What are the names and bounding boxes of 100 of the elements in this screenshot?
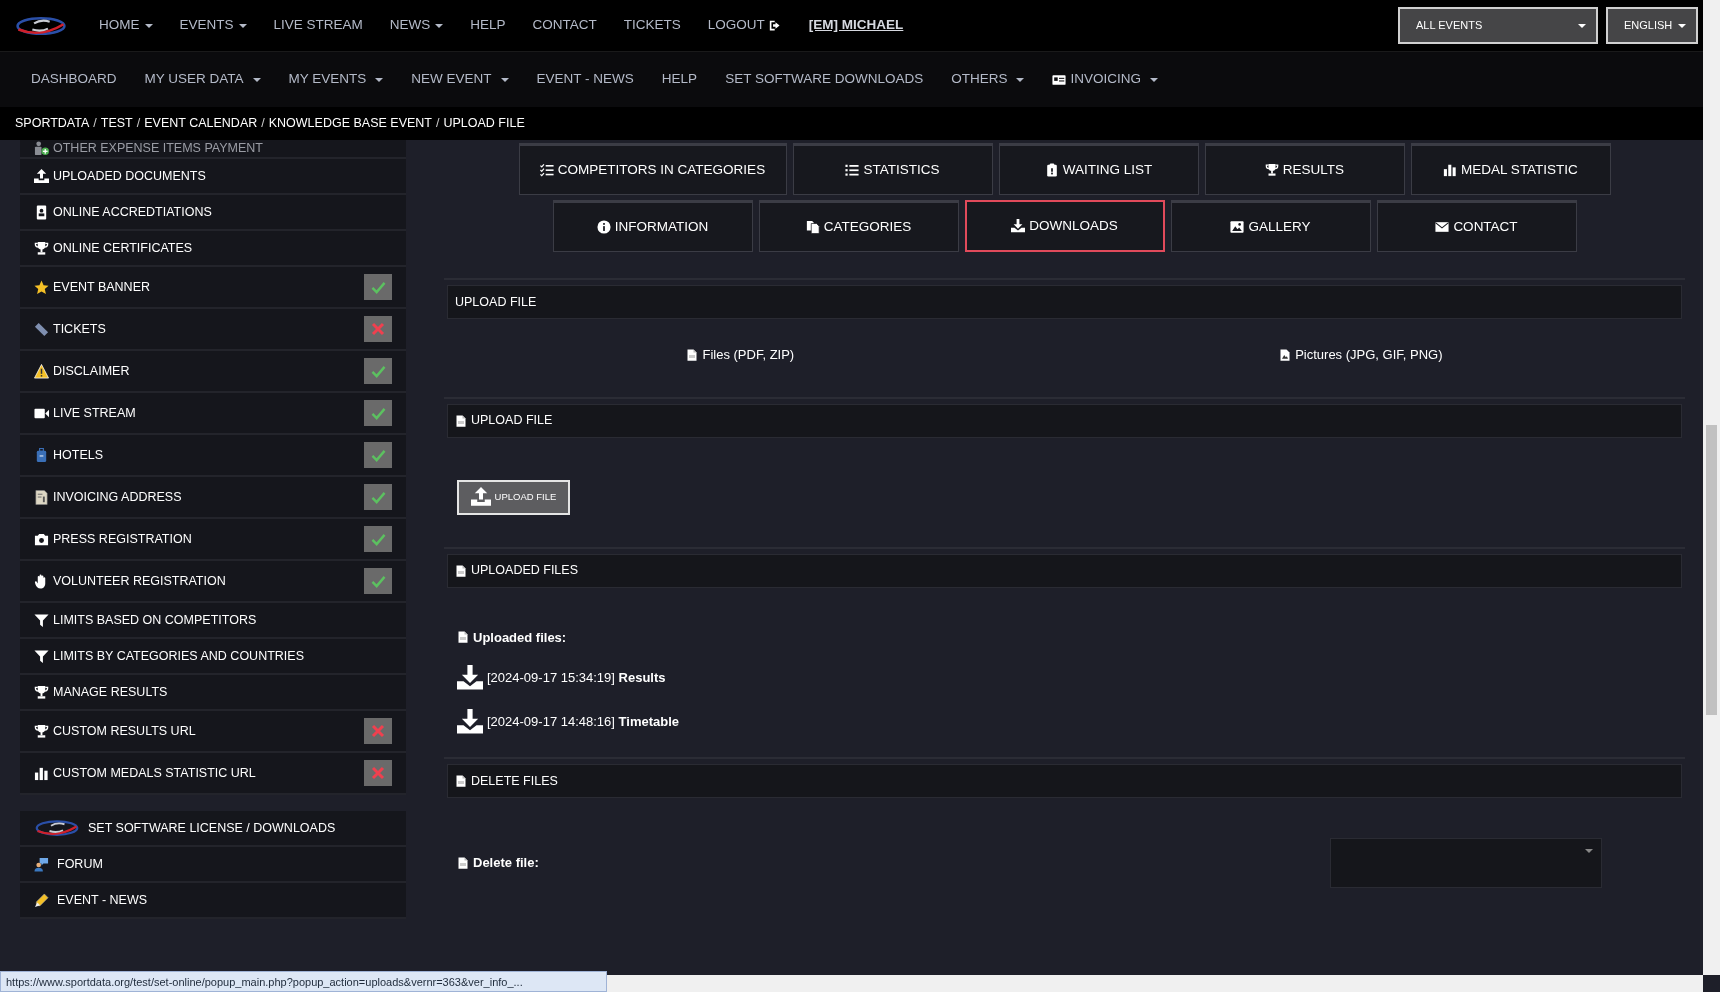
clipboard-icon	[1044, 163, 1059, 177]
event-select[interactable]: ALL EVENTS	[1398, 7, 1598, 44]
nav-link[interactable]: CONTACT	[532, 15, 597, 36]
pdf-file-icon	[457, 631, 469, 644]
breadcrumb-separator: /	[93, 115, 97, 133]
section-header: UPLOAD FILE	[447, 403, 1682, 438]
sidebar-item[interactable]: CUSTOM MEDALS STATISTIC URL	[20, 753, 406, 795]
funnel-icon	[34, 612, 49, 628]
sidebar-item[interactable]: OTHER EXPENSE ITEMS PAYMENT	[20, 140, 406, 159]
upload-file-button[interactable]: UPLOAD FILE	[457, 479, 570, 515]
sidebar-item[interactable]: LIVE STREAM	[20, 393, 406, 435]
pdf-file-icon	[457, 857, 469, 869]
tab[interactable]: RESULTS	[1204, 143, 1405, 195]
image-icon	[1230, 220, 1245, 234]
sidebar-item[interactable]: ONLINE CERTIFICATES	[20, 231, 406, 267]
tab[interactable]: INFORMATION	[552, 200, 753, 252]
sidebar-item[interactable]: DISCLAIMER	[20, 351, 406, 393]
logo-swoosh-icon[interactable]	[15, 14, 67, 37]
funnel-icon	[34, 648, 49, 664]
bar-chart-icon	[34, 765, 49, 781]
tab[interactable]: MEDAL STATISTIC	[1410, 143, 1611, 195]
pdf-file-icon	[686, 348, 699, 361]
breadcrumb-link[interactable]: EVENT CALENDAR	[144, 114, 258, 133]
sidebar-item[interactable]: INVOICING ADDRESS	[20, 477, 406, 519]
tab[interactable]: CATEGORIES	[758, 200, 959, 252]
nav-link[interactable]: INVOICING	[1052, 69, 1158, 90]
envelope-icon	[1435, 220, 1450, 234]
nav-link[interactable]: HELP	[661, 69, 698, 90]
trophy-icon	[34, 723, 49, 739]
user-name-link[interactable]: [EM] MICHAEL	[808, 15, 904, 36]
section-header: DELETE FILES	[447, 764, 1682, 798]
tab[interactable]: DOWNLOADS	[964, 200, 1165, 252]
sidebar-item[interactable]: MANAGE RESULTS	[20, 675, 406, 711]
upload-icon	[34, 168, 49, 184]
sidebar-item[interactable]: VOLUNTEER REGISTRATION	[20, 561, 406, 603]
breadcrumb-separator: /	[435, 115, 440, 133]
nav-link[interactable]: LOGOUT	[707, 15, 782, 36]
checklist-icon	[539, 163, 554, 177]
breadcrumb-separator: /	[261, 115, 265, 133]
file-type-link[interactable]: Pictures (JPG, GIF, PNG)	[1279, 345, 1443, 365]
tab[interactable]: COMPETITORS IN CATEGORIES	[518, 143, 787, 195]
nav-link[interactable]: HELP	[470, 15, 506, 36]
nav-link[interactable]: NEWS	[389, 15, 444, 36]
nav-link[interactable]: MY USER DATA	[144, 69, 261, 90]
sidebar-item[interactable]: ONLINE ACCREDTIATIONS	[20, 195, 406, 231]
tab[interactable]: STATISTICS	[792, 143, 993, 195]
sidebar-item[interactable]: FORUM	[20, 847, 406, 883]
sidebar-item[interactable]: SET SOFTWARE LICENSE / DOWNLOADS	[20, 811, 406, 847]
trophy-icon	[1264, 163, 1279, 177]
language-select[interactable]: ENGLISH	[1606, 7, 1698, 44]
sidebar-item[interactable]: TICKETS	[20, 309, 406, 351]
nav-link[interactable]: DASHBOARD	[31, 69, 117, 90]
pdf-file-icon	[455, 414, 467, 427]
breadcrumb-separator: /	[136, 115, 141, 133]
vertical-scrollbar[interactable]	[1703, 0, 1720, 975]
sidebar-item[interactable]: PRESS REGISTRATION	[20, 519, 406, 561]
sidebar-item[interactable]: EVENT - NEWS	[20, 883, 406, 919]
nav-link[interactable]: HOME	[99, 15, 153, 36]
documents-icon	[805, 220, 820, 234]
breadcrumb-link[interactable]: TEST	[100, 114, 133, 133]
field-label: Delete file:	[473, 854, 539, 873]
nav-link[interactable]: SET SOFTWARE DOWNLOADS	[725, 69, 924, 90]
bar-chart-icon	[1443, 163, 1458, 177]
nav-link[interactable]: EVENT - NEWS	[536, 69, 634, 90]
file-type-link[interactable]: Files (PDF, ZIP)	[686, 345, 795, 365]
tab[interactable]: GALLERY	[1170, 200, 1371, 252]
sidebar-item[interactable]: LIMITS BASED ON COMPETITORS	[20, 603, 406, 639]
nav-link[interactable]: LIVE STREAM	[273, 15, 363, 36]
file-link[interactable]: [2024-09-17 14:48:16] Timetable	[487, 712, 679, 732]
download-icon[interactable]	[457, 709, 483, 735]
sidebar-item[interactable]: HOTELS	[20, 435, 406, 477]
tab[interactable]: CONTACT	[1376, 200, 1577, 252]
tab[interactable]: WAITING LIST	[998, 143, 1199, 195]
download-icon[interactable]	[457, 665, 483, 691]
breadcrumb-link[interactable]: KNOWLEDGE BASE EVENT	[268, 114, 432, 133]
nav-link[interactable]: MY EVENTS	[288, 69, 384, 90]
list-icon	[845, 163, 860, 177]
nav-link[interactable]: TICKETS	[623, 15, 681, 36]
trophy-icon	[34, 684, 49, 700]
sidebar-item[interactable]: CUSTOM RESULTS URL	[20, 711, 406, 753]
field-label: Uploaded files:	[473, 628, 567, 647]
nav-link[interactable]: NEW EVENT	[411, 69, 509, 90]
logout-icon	[768, 19, 782, 32]
coins-icon	[34, 141, 49, 156]
invoice-icon	[34, 489, 49, 505]
pdf-file-icon	[455, 564, 467, 577]
file-link[interactable]: [2024-09-17 15:34:19] Results	[487, 668, 666, 688]
info-icon	[596, 220, 611, 234]
nav-link[interactable]: EVENTS	[179, 15, 247, 36]
trophy-icon	[34, 240, 49, 256]
warning-icon	[34, 363, 49, 379]
sidebar-item[interactable]: UPLOADED DOCUMENTS	[20, 159, 406, 195]
current-page-label: UPLOAD FILE	[443, 115, 525, 133]
nav-link[interactable]: OTHERS	[951, 69, 1025, 90]
sidebar-item[interactable]: LIMITS BY CATEGORIES AND COUNTRIES	[20, 639, 406, 675]
section-header: UPLOADED FILES	[447, 553, 1682, 588]
sidebar-item[interactable]: EVENT BANNER	[20, 267, 406, 309]
breadcrumb-link[interactable]: SPORTDATA	[15, 114, 90, 133]
suitcase-icon	[34, 447, 49, 463]
horizontal-scrollbar[interactable]	[607, 975, 1703, 992]
